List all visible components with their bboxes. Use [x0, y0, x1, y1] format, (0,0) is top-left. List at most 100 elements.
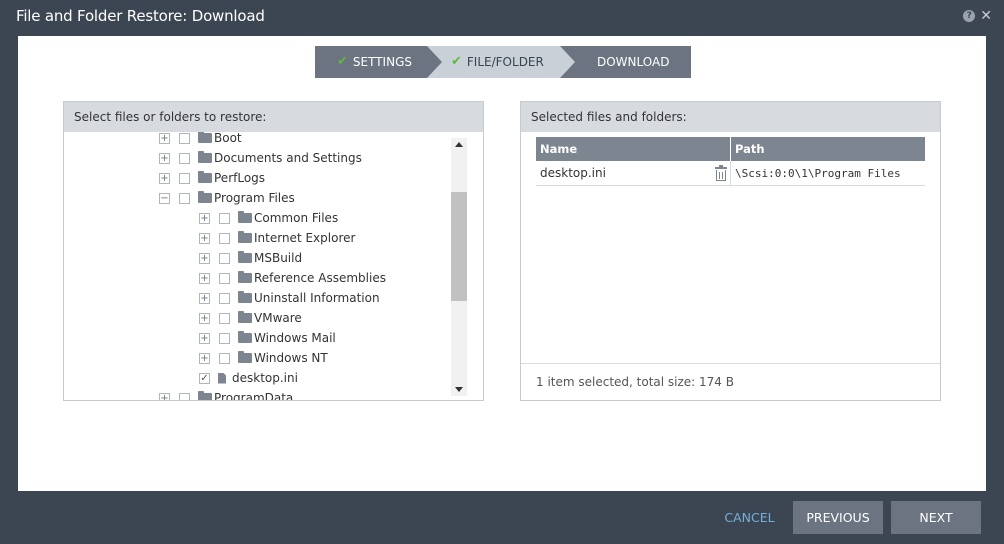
cell-name-text: desktop.ini — [540, 166, 606, 180]
folder-icon — [198, 171, 212, 183]
select-files-panel: Select files or folders to restore: + Bo… — [63, 101, 484, 401]
expand-icon[interactable]: + — [199, 332, 210, 344]
tree-node-boot[interactable]: + Boot — [159, 132, 242, 148]
step-download[interactable]: DOWNLOAD — [560, 46, 691, 78]
tree-node-internet-explorer[interactable]: + Internet Explorer — [199, 228, 355, 248]
expand-icon[interactable]: + — [159, 132, 170, 144]
dialog-content: ✔ SETTINGS ✔ FILE/FOLDER DOWNLOAD Select… — [18, 36, 986, 491]
select-files-header: Select files or folders to restore: — [64, 102, 483, 132]
tree-checkbox[interactable] — [179, 132, 190, 144]
tree-checkbox[interactable] — [219, 332, 230, 344]
folder-icon — [238, 251, 252, 263]
folder-icon — [238, 291, 252, 303]
title-bar: File and Folder Restore: Download ? ✕ — [0, 0, 1004, 36]
tree-node-label: desktop.ini — [232, 371, 298, 385]
folder-icon — [238, 271, 252, 283]
tree-checkbox[interactable] — [219, 292, 230, 304]
tree-node-msbuild[interactable]: + MSBuild — [199, 248, 302, 268]
table-row[interactable]: desktop.ini \Scsi:0:0\1\Program Files — [536, 161, 925, 186]
tree-node-label: VMware — [254, 311, 302, 325]
previous-button[interactable]: PREVIOUS — [793, 501, 883, 534]
tree-checkbox[interactable] — [179, 392, 190, 400]
tree-node-label: Internet Explorer — [254, 231, 356, 245]
tree-checkbox-checked[interactable]: ✓ — [199, 372, 210, 384]
title-icons: ? ✕ — [963, 9, 992, 23]
tree-node-label: Common Files — [254, 211, 339, 225]
tree-checkbox[interactable] — [219, 352, 230, 364]
wizard-steps: ✔ SETTINGS ✔ FILE/FOLDER DOWNLOAD — [315, 46, 691, 78]
step-file-folder[interactable]: ✔ FILE/FOLDER — [427, 46, 576, 78]
expand-icon[interactable]: + — [159, 392, 170, 400]
tree-node-common-files[interactable]: + Common Files — [199, 208, 338, 228]
check-icon: ✔ — [337, 54, 348, 69]
folder-icon — [238, 311, 252, 323]
tree-node-label: Windows NT — [254, 351, 328, 365]
expand-icon[interactable]: + — [199, 312, 210, 324]
expand-icon[interactable]: + — [159, 172, 170, 184]
file-icon — [218, 372, 226, 384]
tree-node-perflogs[interactable]: + PerfLogs — [159, 168, 265, 188]
tree-checkbox[interactable] — [179, 192, 190, 204]
scroll-down-icon[interactable] — [455, 387, 463, 392]
folder-icon — [198, 391, 212, 400]
expand-icon[interactable]: + — [199, 352, 210, 364]
file-tree: + Boot + Documents and Settings + PerfLo… — [64, 132, 483, 400]
tree-node-label: Program Files — [214, 191, 295, 205]
tree-node-label: PerfLogs — [214, 171, 266, 185]
column-header-path[interactable]: Path — [731, 137, 925, 161]
folder-icon — [198, 151, 212, 163]
tree-scrollbar[interactable] — [451, 138, 467, 396]
tree-checkbox[interactable] — [179, 152, 190, 164]
tree-checkbox[interactable] — [219, 252, 230, 264]
selection-summary: 1 item selected, total size: 174 B — [521, 363, 940, 400]
tree-checkbox[interactable] — [219, 272, 230, 284]
next-button[interactable]: NEXT — [891, 501, 981, 534]
selected-files-panel: Selected files and folders: Name Path de… — [520, 101, 941, 401]
tree-node-uninstall-information[interactable]: + Uninstall Information — [199, 288, 380, 308]
tree-node-documents-and-settings[interactable]: + Documents and Settings — [159, 148, 362, 168]
help-icon[interactable]: ? — [963, 10, 976, 22]
dialog-title: File and Folder Restore: Download — [16, 7, 265, 25]
scroll-up-icon[interactable] — [455, 142, 463, 147]
expand-icon[interactable]: + — [199, 232, 210, 244]
restore-dialog: File and Folder Restore: Download ? ✕ ✔ … — [0, 0, 1004, 544]
step-download-label: DOWNLOAD — [597, 55, 670, 69]
tree-node-label: Boot — [214, 132, 242, 145]
step-settings[interactable]: ✔ SETTINGS — [315, 46, 443, 78]
tree-node-desktop-ini[interactable]: ✓ desktop.ini — [199, 368, 298, 388]
step-file-folder-label: FILE/FOLDER — [466, 55, 544, 69]
tree-node-programdata[interactable]: + ProgramData — [159, 388, 293, 400]
column-header-name[interactable]: Name — [536, 137, 731, 161]
selected-files-header: Selected files and folders: — [521, 102, 940, 132]
cell-name: desktop.ini — [536, 161, 731, 185]
folder-open-icon — [198, 191, 212, 203]
tree-node-reference-assemblies[interactable]: + Reference Assemblies — [199, 268, 386, 288]
scroll-thumb[interactable] — [451, 192, 467, 301]
tree-node-windows-mail[interactable]: + Windows Mail — [199, 328, 336, 348]
tree-node-vmware[interactable]: + VMware — [199, 308, 302, 328]
collapse-icon[interactable]: − — [159, 192, 170, 204]
tree-node-label: Documents and Settings — [214, 151, 362, 165]
folder-icon — [238, 331, 252, 343]
tree-checkbox[interactable] — [219, 312, 230, 324]
close-icon[interactable]: ✕ — [980, 9, 992, 23]
tree-checkbox[interactable] — [179, 172, 190, 184]
selected-files-table: Name Path desktop.ini \Scsi:0:0\1\Progra… — [536, 137, 925, 186]
tree-checkbox[interactable] — [219, 212, 230, 224]
tree-node-label: ProgramData — [214, 391, 294, 400]
cell-path: \Scsi:0:0\1\Program Files — [735, 167, 901, 180]
trash-icon[interactable] — [715, 165, 727, 181]
tree-node-program-files[interactable]: − Program Files — [159, 188, 295, 208]
expand-icon[interactable]: + — [199, 212, 210, 224]
cancel-button[interactable]: CANCEL — [717, 501, 782, 534]
expand-icon[interactable]: + — [199, 252, 210, 264]
expand-icon[interactable]: + — [159, 152, 170, 164]
expand-icon[interactable]: + — [199, 272, 210, 284]
tree-checkbox[interactable] — [219, 232, 230, 244]
tree-node-windows-nt[interactable]: + Windows NT — [199, 348, 328, 368]
folder-icon — [238, 231, 252, 243]
tree-node-label: Reference Assemblies — [254, 271, 386, 285]
folder-icon — [238, 351, 252, 363]
check-icon: ✔ — [451, 54, 462, 69]
expand-icon[interactable]: + — [199, 292, 210, 304]
